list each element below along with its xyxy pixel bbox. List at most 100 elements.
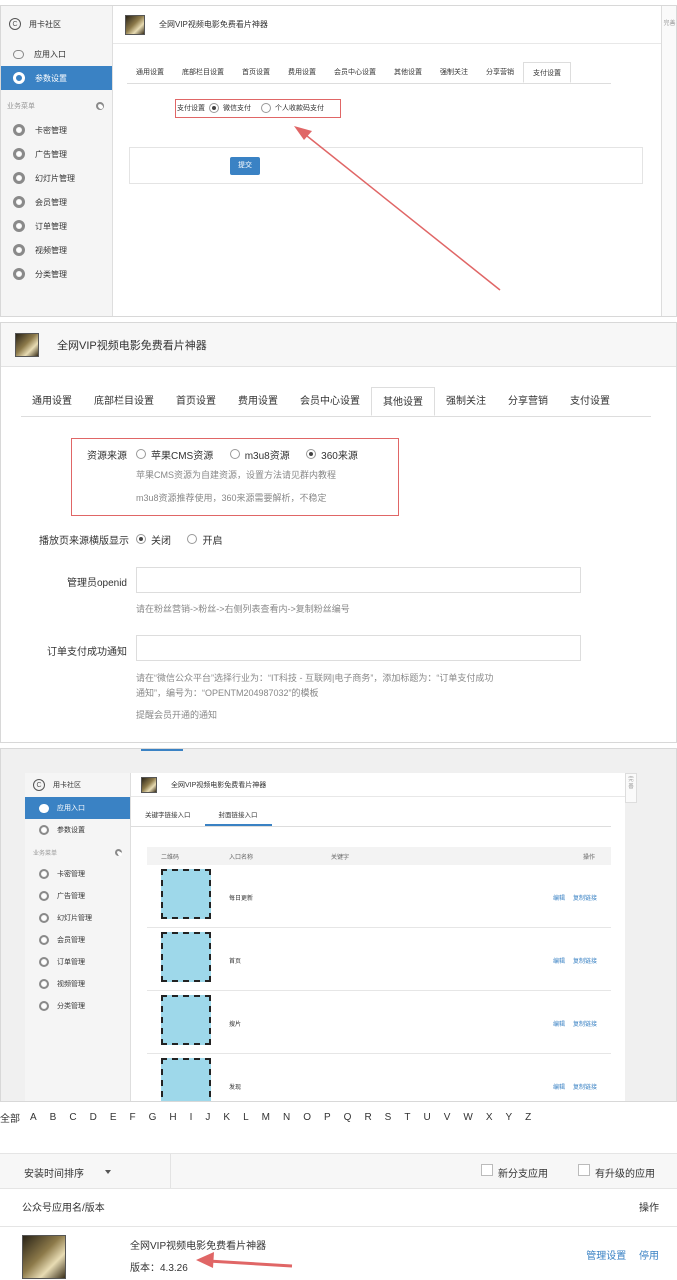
letter-filter-item[interactable]: G <box>149 1112 157 1123</box>
side-scroll-tab[interactable]: 完善 <box>661 6 676 316</box>
sidebar-item-menu[interactable]: 卡密管理 <box>1 118 112 142</box>
disable-link[interactable]: 停用 <box>639 1251 659 1262</box>
letter-filter-item[interactable]: U <box>423 1112 430 1123</box>
letter-filter-item[interactable]: C <box>69 1112 76 1123</box>
new-branch-checkbox[interactable] <box>481 1164 493 1176</box>
tab-keyword-entry[interactable]: 关键字链接入口 <box>131 805 205 826</box>
app-title: 全网VIP视频电影免费看片神器 <box>171 781 267 789</box>
radio-apple-cms[interactable]: 苹果CMS资源 <box>136 447 213 462</box>
tab-payment[interactable]: 支付设置 <box>523 62 571 83</box>
sidebar-item-menu[interactable]: 订单管理 <box>1 214 112 238</box>
copy-link[interactable]: 复制链接 <box>573 896 597 902</box>
letter-filter-item[interactable]: B <box>50 1112 57 1123</box>
radio-m3u8[interactable]: m3u8资源 <box>229 447 290 462</box>
letter-filter-item[interactable]: H <box>169 1112 176 1123</box>
notify-input[interactable] <box>136 635 581 661</box>
letter-filter-item[interactable]: Q <box>344 1112 352 1123</box>
sidebar-item-menu[interactable]: 幻灯片管理 <box>1 166 112 190</box>
sidebar-item-menu[interactable]: 订单管理 <box>25 951 130 973</box>
letter-filter-item[interactable]: X <box>486 1112 493 1123</box>
group-title: 业务菜单 <box>33 850 58 857</box>
letter-filter-item[interactable]: O <box>303 1112 311 1123</box>
back-circle-icon[interactable]: C <box>33 779 45 791</box>
sort-dropdown[interactable]: 安装时间排序 <box>24 1165 84 1180</box>
edit-link[interactable]: 编辑 <box>553 896 565 902</box>
letter-filter-item[interactable]: E <box>110 1112 117 1123</box>
edit-link[interactable]: 编辑 <box>553 959 565 965</box>
letter-filter-item[interactable]: D <box>90 1112 97 1123</box>
submit-button[interactable]: 提交 <box>230 157 260 175</box>
filter-bar: 安装时间排序 新分支应用 有升级的应用 <box>0 1153 677 1189</box>
letter-filter-item[interactable]: W <box>463 1112 472 1123</box>
sidebar-item-menu[interactable]: 视频管理 <box>1 238 112 262</box>
tab-cover-entry[interactable]: 封面链接入口 <box>204 805 272 826</box>
sidebar-item-app-entry[interactable]: 应用入口 <box>1 42 112 66</box>
sidebar-item-menu[interactable]: 卡密管理 <box>25 863 130 885</box>
side-scroll-tab[interactable]: 完善 <box>625 773 637 803</box>
tab-share-marketing[interactable]: 分享营销 <box>477 62 523 83</box>
sidebar-item-params[interactable]: 参数设置 <box>1 66 112 90</box>
sidebar-item-menu[interactable]: 会员管理 <box>25 929 130 951</box>
sidebar-item-menu[interactable]: 广告管理 <box>25 885 130 907</box>
letter-filter-item[interactable]: K <box>223 1112 230 1123</box>
letter-filter-item[interactable]: J <box>205 1112 210 1123</box>
copy-link[interactable]: 复制链接 <box>573 1085 597 1091</box>
letter-filter-item[interactable]: R <box>364 1112 371 1123</box>
sidebar-item-label: 广告管理 <box>35 149 67 159</box>
sidebar-item-menu[interactable]: 会员管理 <box>1 190 112 214</box>
tab-fees[interactable]: 费用设置 <box>279 62 325 83</box>
tab-general[interactable]: 通用设置 <box>21 387 83 416</box>
manage-settings-link[interactable]: 管理设置 <box>586 1251 626 1262</box>
sidebar-item-menu[interactable]: 幻灯片管理 <box>25 907 130 929</box>
letter-filter-item[interactable]: M <box>262 1112 270 1123</box>
letter-filter-item[interactable]: V <box>444 1112 451 1123</box>
back-circle-icon[interactable]: C <box>9 18 21 30</box>
tab-payment[interactable]: 支付设置 <box>559 387 621 416</box>
tab-bottom-bar[interactable]: 底部栏目设置 <box>83 387 165 416</box>
letter-filter-item[interactable]: N <box>283 1112 290 1123</box>
tab-other[interactable]: 其他设置 <box>371 387 435 416</box>
tab-bottom-bar[interactable]: 底部栏目设置 <box>173 62 233 83</box>
copy-link[interactable]: 复制链接 <box>573 959 597 965</box>
copy-link[interactable]: 复制链接 <box>573 1022 597 1028</box>
sidebar-item-menu[interactable]: 分类管理 <box>25 995 130 1017</box>
tab-force-follow[interactable]: 强制关注 <box>435 387 497 416</box>
letter-filter-item[interactable]: Z <box>525 1112 531 1123</box>
tab-fees[interactable]: 费用设置 <box>227 387 289 416</box>
letter-filter-item[interactable]: L <box>243 1112 249 1123</box>
letter-filter-item[interactable]: I <box>190 1112 193 1123</box>
tab-share-marketing[interactable]: 分享营销 <box>497 387 559 416</box>
tab-home[interactable]: 首页设置 <box>233 62 279 83</box>
letter-filter-item[interactable]: S <box>385 1112 392 1123</box>
gear-icon <box>13 124 25 136</box>
edit-link[interactable]: 编辑 <box>553 1085 565 1091</box>
radio-off[interactable]: 关闭 <box>136 532 171 547</box>
letter-filter-item[interactable]: Y <box>505 1112 512 1123</box>
tab-general[interactable]: 通用设置 <box>127 62 173 83</box>
letter-filter-item[interactable]: F <box>129 1112 135 1123</box>
tab-member-center[interactable]: 会员中心设置 <box>325 62 385 83</box>
upgradable-checkbox[interactable] <box>578 1164 590 1176</box>
tab-other[interactable]: 其他设置 <box>385 62 431 83</box>
group-gear-icon[interactable] <box>115 848 122 856</box>
letter-filter-item[interactable]: A <box>30 1112 37 1123</box>
chevron-down-icon[interactable] <box>105 1170 111 1174</box>
radio-on[interactable]: 开启 <box>187 532 222 547</box>
radio-360[interactable]: 360来源 <box>306 447 358 462</box>
sidebar-item-menu[interactable]: 视频管理 <box>25 973 130 995</box>
sidebar-item-app-entry[interactable]: 应用入口 <box>25 797 130 819</box>
edit-link[interactable]: 编辑 <box>553 1022 565 1028</box>
letter-filter-item[interactable]: P <box>324 1112 331 1123</box>
tab-home[interactable]: 首页设置 <box>165 387 227 416</box>
tab-force-follow[interactable]: 强制关注 <box>431 62 477 83</box>
sidebar-item-params[interactable]: 参数设置 <box>25 819 130 841</box>
entry-name: 每日更新 <box>229 896 254 902</box>
openid-input[interactable] <box>136 567 581 593</box>
letter-filter-item[interactable]: T <box>404 1112 410 1123</box>
gear-icon <box>39 957 49 967</box>
tab-member-center[interactable]: 会员中心设置 <box>289 387 371 416</box>
group-gear-icon[interactable] <box>96 102 104 110</box>
sidebar-item-menu[interactable]: 分类管理 <box>1 262 112 286</box>
sidebar-item-menu[interactable]: 广告管理 <box>1 142 112 166</box>
letter-filter-all[interactable]: 全部 <box>0 1110 20 1125</box>
